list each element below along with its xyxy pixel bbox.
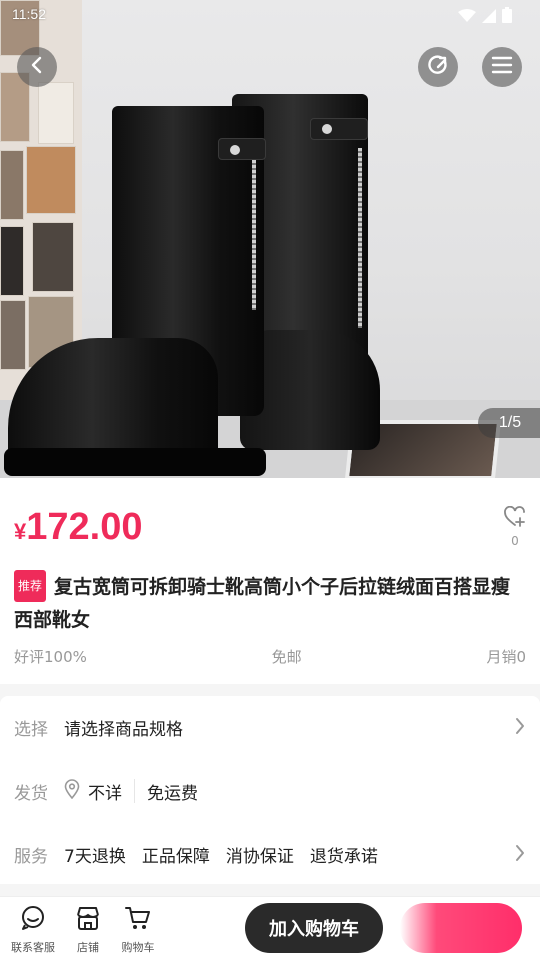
shipping-info: 免邮 xyxy=(271,648,302,666)
add-to-cart-button[interactable]: 加入购物车 xyxy=(245,903,383,953)
spec-select-label: 选择 xyxy=(14,719,48,740)
spec-select-row[interactable]: 选择 请选择商品规格 xyxy=(14,712,526,742)
product-image[interactable] xyxy=(0,0,540,478)
service-item: 正品保障 xyxy=(141,846,210,867)
heart-plus-icon xyxy=(503,505,527,532)
menu-icon xyxy=(491,55,513,79)
cart-icon xyxy=(124,907,152,935)
service-item: 7天退换 xyxy=(64,846,126,867)
store-icon xyxy=(74,907,102,935)
chevron-right-icon xyxy=(514,843,526,868)
menu-button[interactable] xyxy=(482,47,522,87)
shipping-row: 发货 不详 免运费 xyxy=(14,776,526,806)
store-tab[interactable]: 店铺 xyxy=(63,905,113,955)
shipping-location: 不详 xyxy=(88,783,122,804)
location-icon xyxy=(64,778,80,804)
cart-tab[interactable]: 购物车 xyxy=(113,905,163,955)
price-value: 172.00 xyxy=(26,506,143,548)
boot-zipper xyxy=(358,148,362,328)
boot-stud xyxy=(322,124,332,134)
product-title: 推荐 复古宽筒可拆卸骑士靴高筒小个子后拉链绒面百搭显瘦西部靴女 xyxy=(14,570,514,635)
boot-stud xyxy=(230,145,240,155)
shipping-fee: 免运费 xyxy=(147,783,198,804)
favorite-count: 0 xyxy=(511,534,519,548)
bottom-action-bar: 联系客服 店铺 购物车 加入购物车 xyxy=(0,896,540,960)
background-poster xyxy=(0,150,24,220)
recommend-badge: 推荐 xyxy=(14,570,47,602)
price: ¥172.00 xyxy=(14,506,142,549)
boot-strap xyxy=(310,118,368,140)
product-title-text: 复古宽筒可拆卸骑士靴高筒小个子后拉链绒面百搭显瘦西部靴女 xyxy=(14,576,511,631)
currency-symbol: ¥ xyxy=(14,519,27,544)
tab-label: 店铺 xyxy=(77,941,99,954)
share-button[interactable] xyxy=(418,47,458,87)
service-item: 消协保证 xyxy=(225,846,294,867)
spec-select-value: 请选择商品规格 xyxy=(64,719,183,740)
shipping-label: 发货 xyxy=(14,783,48,804)
status-bar: 11:52 xyxy=(0,0,540,30)
wifi-icon xyxy=(458,8,476,27)
buy-now-button[interactable] xyxy=(400,903,522,953)
boot-zipper xyxy=(252,160,256,310)
divider xyxy=(134,779,135,803)
background-poster xyxy=(0,300,26,370)
status-icons xyxy=(458,7,512,27)
price-card: ¥172.00 0 推荐 复古宽筒可拆卸骑士靴高筒小个子后拉链绒面百搭显瘦西部靴女… xyxy=(0,478,540,684)
customer-service-tab[interactable]: 联系客服 xyxy=(8,905,58,955)
monthly-sales: 月销0 xyxy=(486,648,526,666)
back-button[interactable] xyxy=(17,47,57,87)
background-poster xyxy=(38,82,74,144)
chevron-right-icon xyxy=(514,716,526,741)
tab-label: 联系客服 xyxy=(11,941,55,954)
tab-label: 购物车 xyxy=(121,941,155,954)
status-time: 11:52 xyxy=(12,6,46,22)
share-icon xyxy=(426,53,450,81)
background-poster xyxy=(32,222,74,292)
chevron-left-icon xyxy=(27,55,47,79)
good-rating: 好评100% xyxy=(14,648,87,666)
service-row[interactable]: 服务 7天退换 正品保障 消协保证 退货承诺 xyxy=(14,839,526,869)
background-poster xyxy=(0,226,24,296)
background-poster xyxy=(26,146,76,214)
service-item: 退货承诺 xyxy=(309,846,378,867)
boot-strap xyxy=(218,138,266,160)
favorite-button[interactable]: 0 xyxy=(500,505,530,548)
chat-icon xyxy=(20,906,46,935)
battery-icon xyxy=(502,7,512,27)
signal-icon xyxy=(482,8,496,27)
image-counter: 1/5 xyxy=(478,408,540,438)
spec-card: 选择 请选择商品规格 发货 不详 免运费 服务 7天退换 正品保障 消协保证 退… xyxy=(0,696,540,884)
boot-sole xyxy=(4,448,266,476)
product-stats: 好评100% 免邮 月销0 xyxy=(14,646,526,667)
service-label: 服务 xyxy=(14,846,48,867)
